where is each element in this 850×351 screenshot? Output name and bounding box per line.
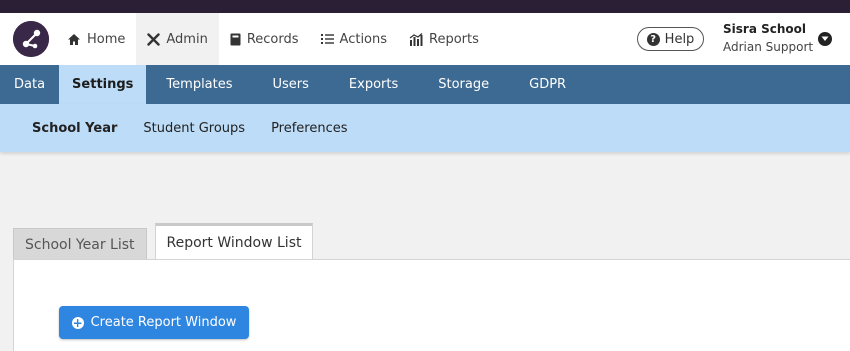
- tab-storage[interactable]: Storage: [418, 65, 509, 104]
- list-icon: [320, 33, 334, 45]
- question-icon: ?: [646, 32, 660, 46]
- tools-icon: [147, 32, 161, 46]
- help-button[interactable]: ? Help: [637, 27, 704, 51]
- logo-icon: [13, 21, 49, 57]
- subtab-school-year[interactable]: School Year: [19, 121, 130, 136]
- sub-navbar: School Year Student Groups Preferences: [0, 104, 850, 152]
- nav-actions[interactable]: Actions: [310, 13, 399, 65]
- book-icon: [230, 33, 241, 46]
- create-report-window-button[interactable]: + Create Report Window: [59, 306, 249, 339]
- school-name: Sisra School: [723, 22, 806, 36]
- tab-users[interactable]: Users: [253, 65, 329, 104]
- tab-settings[interactable]: Settings: [59, 65, 147, 104]
- plus-circle-icon: +: [71, 315, 84, 330]
- logo[interactable]: [13, 21, 49, 57]
- user-name: Adrian Support: [723, 40, 814, 54]
- tab-gdpr[interactable]: GDPR: [509, 65, 586, 104]
- create-button-label: Create Report Window: [90, 315, 237, 330]
- nav-records-label: Records: [246, 31, 299, 47]
- tab-data[interactable]: Data: [0, 65, 59, 104]
- tab-templates[interactable]: Templates: [146, 65, 252, 104]
- nav-admin[interactable]: Admin: [136, 13, 219, 65]
- subtab-preferences[interactable]: Preferences: [258, 121, 360, 136]
- nav-admin-label: Admin: [166, 31, 208, 47]
- top-navbar: Home Admin Records Actions Reports ? Hel…: [0, 13, 850, 65]
- tab-exports[interactable]: Exports: [329, 65, 418, 104]
- nav-reports[interactable]: Reports: [398, 13, 490, 65]
- top-strip: [0, 0, 850, 13]
- tab-report-window-list[interactable]: Report Window List: [154, 223, 314, 260]
- content-tabs: School Year List Report Window List: [13, 223, 314, 260]
- help-label: Help: [664, 31, 695, 47]
- subtab-student-groups[interactable]: Student Groups: [130, 121, 258, 136]
- user-menu-chevron-down-icon[interactable]: [818, 32, 832, 46]
- main-navbar: Data Settings Templates Users Exports St…: [0, 65, 850, 104]
- nav-home[interactable]: Home: [56, 13, 136, 65]
- chart-icon: [409, 32, 423, 46]
- nav-home-label: Home: [87, 31, 126, 47]
- nav-reports-label: Reports: [429, 31, 479, 47]
- nav-records[interactable]: Records: [219, 13, 310, 65]
- tab-school-year-list[interactable]: School Year List: [13, 228, 147, 260]
- nav-actions-label: Actions: [339, 31, 388, 47]
- user-block[interactable]: Sisra School Adrian Support: [723, 22, 813, 54]
- home-icon: [67, 33, 81, 46]
